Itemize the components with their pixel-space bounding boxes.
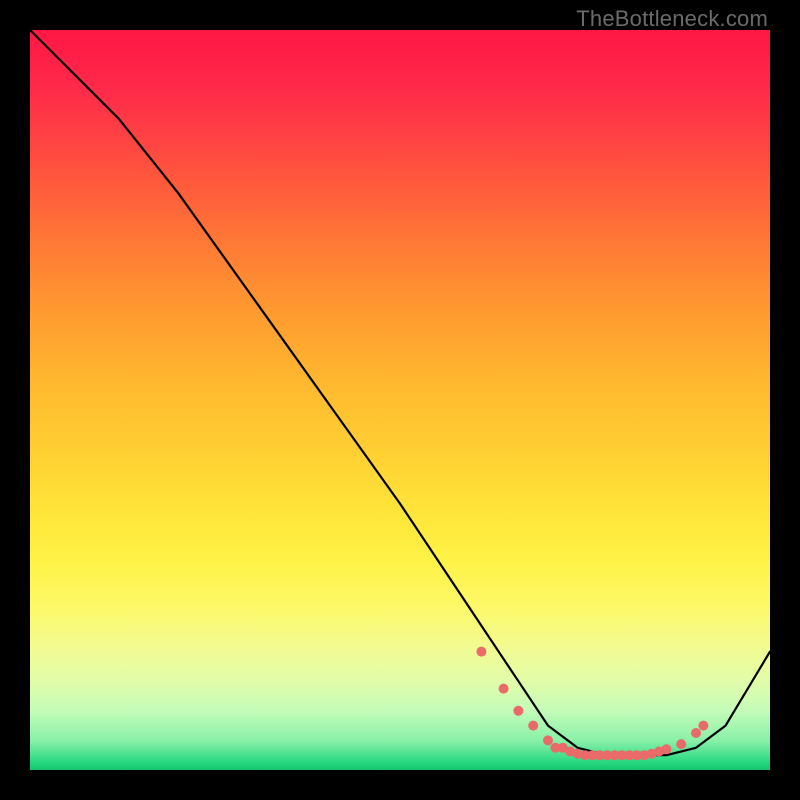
chart-frame: TheBottleneck.com <box>0 0 800 800</box>
marker-dot <box>661 744 671 754</box>
marker-dot <box>513 706 523 716</box>
marker-dot <box>499 684 509 694</box>
plot-area <box>30 30 770 770</box>
marker-group <box>476 647 708 761</box>
marker-dot <box>698 721 708 731</box>
bottleneck-curve <box>30 30 770 755</box>
watermark-text: TheBottleneck.com <box>576 6 768 32</box>
marker-dot <box>676 739 686 749</box>
marker-dot <box>528 721 538 731</box>
marker-dot <box>691 728 701 738</box>
marker-dot <box>476 647 486 657</box>
curve-layer <box>30 30 770 770</box>
marker-dot <box>543 735 553 745</box>
